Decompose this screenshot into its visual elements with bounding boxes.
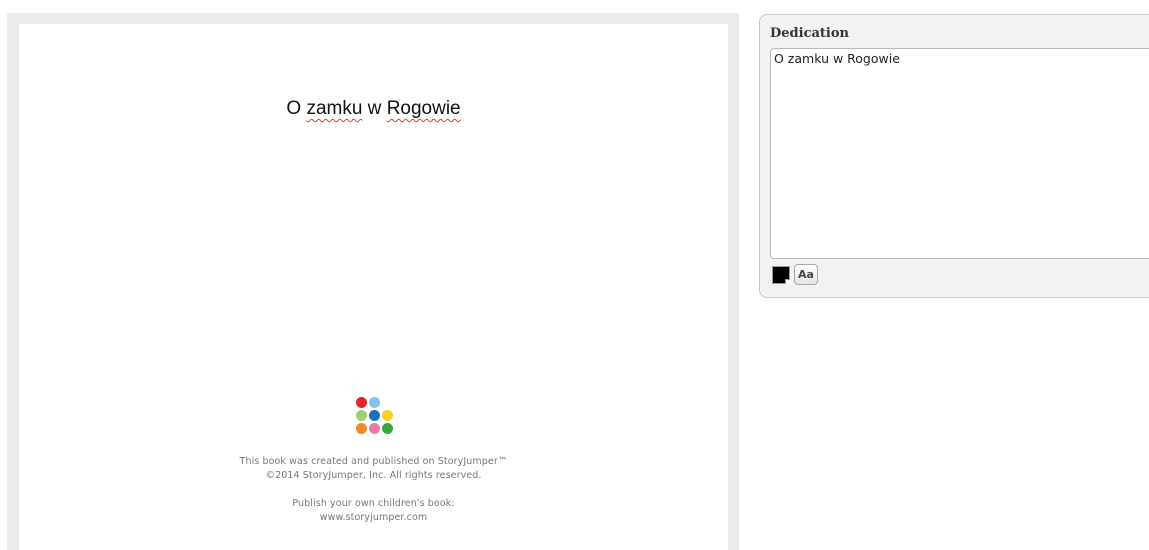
logo-dot bbox=[382, 423, 393, 434]
text-color-picker[interactable] bbox=[772, 266, 790, 284]
book-page[interactable]: O zamku w Rogowie This book was created … bbox=[19, 24, 728, 550]
logo-dot bbox=[356, 410, 367, 421]
logo-dot bbox=[356, 397, 367, 408]
storyjumper-logo bbox=[356, 397, 396, 437]
footer-publish-text: Publish your own children's book: bbox=[292, 498, 455, 509]
book-footer: This book was created and published on S… bbox=[19, 455, 728, 525]
dedication-textarea[interactable]: O zamku w Rogowie bbox=[770, 48, 1149, 259]
logo-dot bbox=[369, 410, 380, 421]
title-word: w bbox=[362, 98, 387, 119]
logo-dot bbox=[382, 410, 393, 421]
footer-created-text: This book was created and published on S… bbox=[239, 456, 508, 467]
font-button[interactable]: Aa bbox=[794, 264, 818, 285]
dropdown-caret-icon bbox=[785, 279, 790, 284]
title-word-misspelled: Rogowie bbox=[386, 98, 461, 119]
title-word-misspelled: zamku bbox=[306, 98, 363, 119]
logo-dot bbox=[356, 423, 367, 434]
footer-copyright-text: ©2014 StoryJumper, Inc. All rights reser… bbox=[265, 470, 482, 481]
book-title[interactable]: O zamku w Rogowie bbox=[19, 98, 728, 120]
logo-dot bbox=[369, 397, 380, 408]
panel-title: Dedication bbox=[770, 26, 849, 41]
logo-dot bbox=[369, 423, 380, 434]
dedication-panel: Dedication O zamku w Rogowie Aa bbox=[759, 14, 1149, 298]
footer-website-text: www.storyjumper.com bbox=[319, 512, 428, 523]
title-word: O bbox=[286, 98, 307, 119]
